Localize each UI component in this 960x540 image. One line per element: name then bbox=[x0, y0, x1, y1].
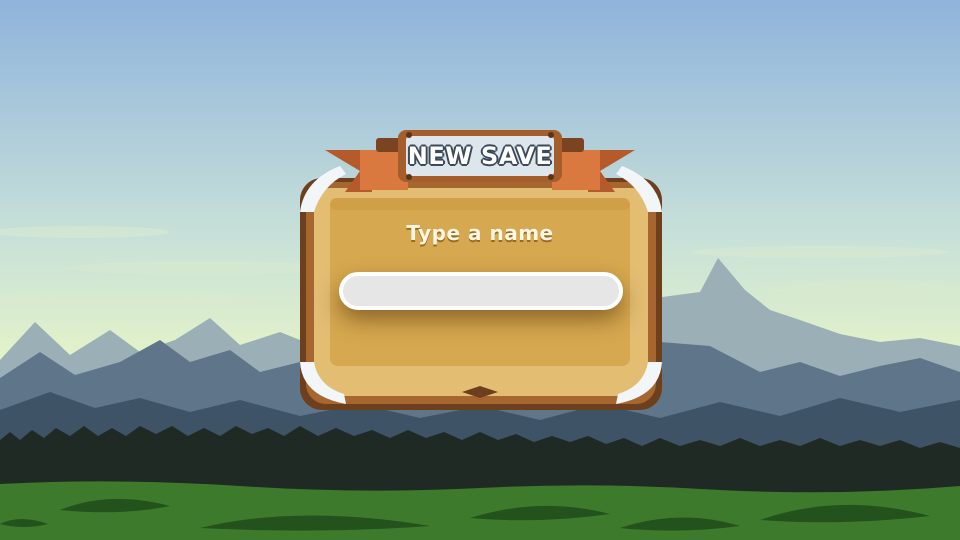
new-save-dialog bbox=[300, 130, 662, 410]
dialog-title: NEW SAVE bbox=[407, 142, 553, 170]
save-name-input[interactable] bbox=[339, 272, 623, 310]
name-prompt-label: Type a name bbox=[406, 221, 554, 245]
